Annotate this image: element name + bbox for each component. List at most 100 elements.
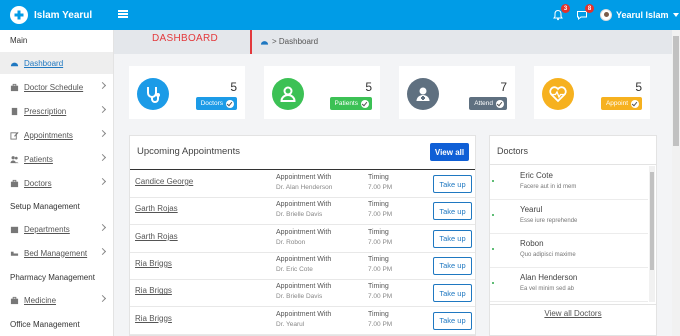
take-up-button[interactable]: Take up <box>433 229 472 248</box>
stat-card-patients: 5 Patients <box>264 66 380 119</box>
scrollbar-thumb[interactable] <box>650 172 654 270</box>
appointment-with-label: Appointment With <box>276 283 332 291</box>
appointment-time: 7.00 PM <box>368 211 393 219</box>
sidebar-item-patients[interactable]: Patients <box>0 148 113 170</box>
section-title-main: Main <box>10 36 28 45</box>
section-title-setup: Setup Management <box>10 202 80 211</box>
patient-name-link[interactable]: Garth Rojas <box>135 232 178 241</box>
divider <box>130 169 475 170</box>
table-row: Ria Briggs Appointment With Dr. Eric Cote T… <box>130 253 475 280</box>
view-all-appointments-button[interactable]: View all <box>430 143 469 161</box>
sidebar-item-doctor-schedule[interactable]: Doctor Schedule <box>0 76 113 98</box>
take-up-button[interactable]: Take up <box>433 284 472 303</box>
take-up-button[interactable]: Take up <box>433 256 472 275</box>
online-status-dot <box>492 180 494 182</box>
sidebar-item-medicine[interactable]: Medicine <box>0 289 113 311</box>
table-row: Garth Rojas Appointment With Dr. Robon Timi… <box>130 226 475 253</box>
dashboard-icon <box>10 62 19 66</box>
appointment-with-label: Appointment With <box>276 174 332 181</box>
title-divider <box>250 30 252 54</box>
doctor-name: Yearul <box>520 205 543 214</box>
appointment-doctor: Dr. Alan Henderson <box>276 184 333 191</box>
table-row: Candice George Appointment With Dr. Alan H… <box>130 171 475 198</box>
stat-label: Appoint <box>605 100 628 107</box>
chevron-down-icon <box>672 13 679 17</box>
patient-name-link[interactable]: Ria Briggs <box>135 314 172 323</box>
scrollbar-thumb[interactable] <box>673 36 679 146</box>
doctor-name: Eric Cote <box>520 171 553 180</box>
appointment-with-label: Appointment With <box>276 255 332 263</box>
sidebar-item-dashboard[interactable]: Dashboard <box>0 52 113 74</box>
sidebar-item-label: Departments <box>24 224 70 234</box>
patient-name-link[interactable]: Ria Briggs <box>135 286 172 295</box>
check-circle-icon <box>631 99 639 108</box>
edit-icon <box>10 131 19 140</box>
doctor-description: Quo adipisci maxime <box>520 252 576 258</box>
doctors-list-scrollbar[interactable] <box>649 166 655 302</box>
menu-toggle-icon[interactable] <box>118 10 128 18</box>
view-all-doctors-link[interactable]: View all Doctors <box>544 309 601 318</box>
sidebar-item-appointments[interactable]: Appointments <box>0 124 113 146</box>
notification-count-badge: 3 <box>561 4 570 13</box>
chat-icon[interactable]: 8 <box>576 4 594 21</box>
page-title: DASHBOARD <box>152 33 219 44</box>
sidebar: Main Dashboard Doctor Schedule Prescript… <box>0 30 114 336</box>
page-scrollbar[interactable] <box>672 30 680 336</box>
stat-card-appointments: 5 Appoint <box>534 66 650 119</box>
appointment-time: 7.00 PM <box>368 238 393 246</box>
bed-icon <box>10 251 19 256</box>
patient-name-link[interactable]: Ria Briggs <box>135 259 172 268</box>
section-title-office: Office Management <box>10 320 80 329</box>
sidebar-item-bed-management[interactable]: Bed Management <box>0 242 113 264</box>
sidebar-item-doctors[interactable]: Doctors <box>0 172 113 194</box>
appointment-time: 7.00 PM <box>368 320 393 328</box>
stat-value: 5 <box>365 80 372 94</box>
stethoscope-icon <box>137 78 169 110</box>
chevron-right-icon <box>98 247 107 256</box>
chevron-right-icon <box>98 223 107 232</box>
take-up-button[interactable]: Take up <box>433 175 472 193</box>
take-up-button[interactable]: Take up <box>433 202 472 221</box>
list-item[interactable]: Yearul Esse iure reprehende <box>490 200 648 234</box>
panel-title: Upcoming Appointments <box>137 146 240 157</box>
app-logo[interactable]: Islam Yearul <box>10 6 92 24</box>
sidebar-item-label: Doctor Schedule <box>24 82 84 92</box>
patient-name-link[interactable]: Garth Rojas <box>135 204 178 213</box>
stat-label-badge: Attend <box>469 97 507 110</box>
stat-value: 5 <box>635 80 642 94</box>
doctors-panel-footer: View all Doctors <box>490 304 656 322</box>
stat-card-doctors: 5 Doctors <box>129 66 245 119</box>
stat-label-badge: Patients <box>329 97 372 110</box>
user-menu[interactable]: Yearul Islam <box>600 9 679 21</box>
sidebar-item-label: Patients <box>24 154 53 164</box>
timing-label: Timing <box>368 201 389 209</box>
notification-bell-icon[interactable]: 3 <box>552 4 570 21</box>
take-up-button[interactable]: Take up <box>433 311 472 330</box>
appointment-with-label: Appointment With <box>276 228 332 236</box>
appointment-doctor: Dr. Brielle Davis <box>276 293 323 301</box>
appointment-with-label: Appointment With <box>276 310 332 318</box>
online-status-dot <box>492 282 494 284</box>
check-circle-icon <box>361 99 369 108</box>
chevron-right-icon <box>98 177 107 186</box>
dashboard-icon[interactable] <box>260 38 269 46</box>
building-icon <box>10 226 19 233</box>
sidebar-item-departments[interactable]: Departments <box>0 218 113 240</box>
sidebar-item-label: Appointments <box>24 130 73 140</box>
list-item[interactable]: Robon Quo adipisci maxime <box>490 234 648 268</box>
sidebar-item-label: Bed Management <box>24 248 88 258</box>
doctor-name: Robon <box>520 239 544 248</box>
timing-label: Timing <box>368 255 389 263</box>
list-item[interactable]: Alan Henderson Ea vel minim sed ab <box>490 268 648 302</box>
stat-value: 5 <box>230 80 237 94</box>
appointment-doctor: Dr. Eric Cote <box>276 265 313 273</box>
breadcrumb: > Dashboard <box>260 37 318 46</box>
timing-label: Timing <box>368 174 389 181</box>
sidebar-item-prescription[interactable]: Prescription <box>0 100 113 122</box>
medicine-icon <box>10 296 19 304</box>
appointment-time: 7.00 PM <box>368 184 393 191</box>
online-status-dot <box>492 214 494 216</box>
chevron-right-icon <box>98 105 107 114</box>
list-item[interactable]: Eric Cote Facere aut in id mem <box>490 166 648 200</box>
patient-name-link[interactable]: Candice George <box>135 177 193 186</box>
